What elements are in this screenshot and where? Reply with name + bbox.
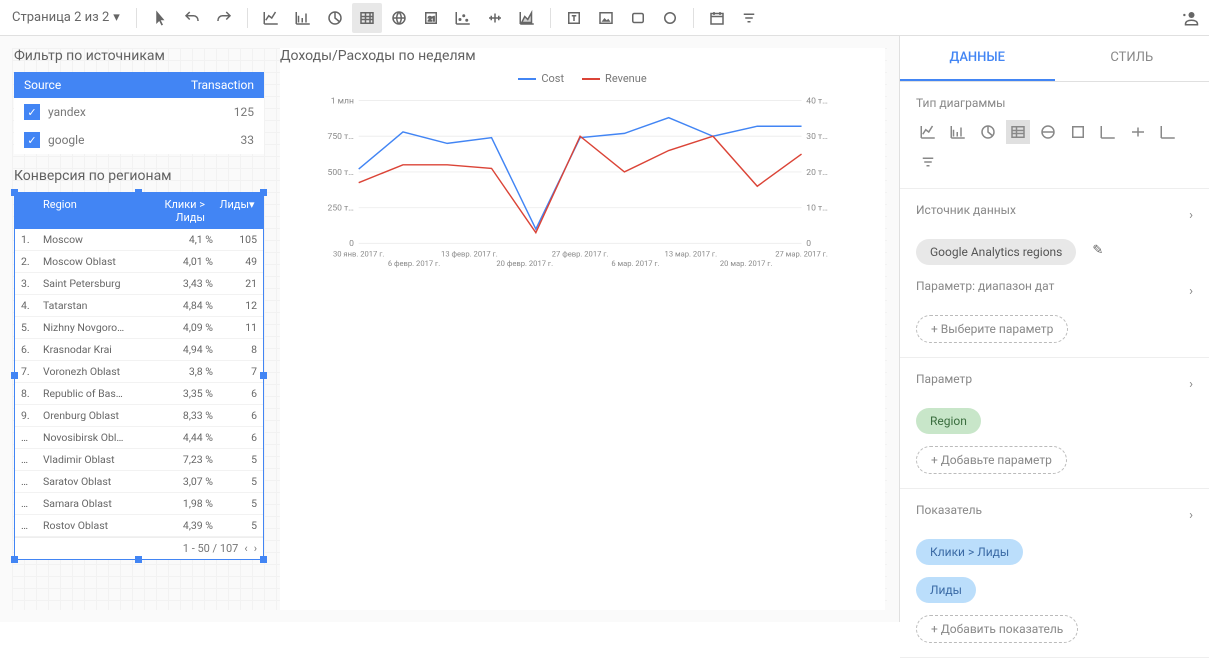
table-row[interactable]: …Samara Oblast1,98 %5: [15, 493, 263, 515]
area-chart-icon[interactable]: [512, 3, 542, 33]
type-scatter-icon[interactable]: [1096, 120, 1120, 144]
regions-widget[interactable]: Конверсия по регионам RegionКлики > Лиды…: [14, 168, 264, 560]
type-filter-icon[interactable]: [916, 150, 940, 174]
filter-icon[interactable]: [734, 3, 764, 33]
svg-text:1 млн: 1 млн: [331, 96, 354, 106]
svg-text:30 янв. 2017 г.: 30 янв. 2017 г.: [333, 250, 384, 259]
line-chart: 1 млн 750 т… 500 т… 250 т… 0 40 т… 30 т… 20 т……: [280, 91, 885, 291]
svg-text:13 февр. 2017 г.: 13 февр. 2017 г.: [441, 250, 498, 259]
chart-legend: Cost Revenue: [280, 72, 885, 85]
type-pie-icon[interactable]: [976, 120, 1000, 144]
filter-row[interactable]: ✓google33: [14, 126, 264, 154]
chart-type-row: [916, 120, 1193, 174]
table-row[interactable]: 6.Krasnodar Krai4,94 %8: [15, 339, 263, 361]
svg-text:20 февр. 2017 г.: 20 февр. 2017 г.: [496, 259, 553, 268]
svg-text:6 мар. 2017 г.: 6 мар. 2017 г.: [611, 259, 659, 268]
circle-icon[interactable]: [655, 3, 685, 33]
chevron-right-icon[interactable]: ›: [1189, 508, 1193, 523]
datasource-chip[interactable]: Google Analytics regions: [916, 239, 1076, 265]
type-line-icon[interactable]: [916, 120, 940, 144]
redo-button[interactable]: [209, 3, 239, 33]
svg-text:750 т…: 750 т…: [328, 132, 355, 142]
svg-text:30 т…: 30 т…: [806, 132, 828, 142]
dimension-chip[interactable]: Region: [916, 408, 981, 434]
table-row[interactable]: 7.Voronezh Oblast3,8 %7: [15, 361, 263, 383]
table-row[interactable]: …Vladimir Oblast7,23 %5: [15, 449, 263, 471]
undo-button[interactable]: [177, 3, 207, 33]
table-row[interactable]: 9.Orenburg Oblast8,33 %6: [15, 405, 263, 427]
pie-chart-icon[interactable]: [320, 3, 350, 33]
svg-text:20 мар. 2017 г.: 20 мар. 2017 г.: [720, 259, 773, 268]
add-daterange-button[interactable]: + Выберите параметр: [916, 315, 1068, 343]
svg-text:10 т…: 10 т…: [806, 204, 828, 214]
line-chart-icon[interactable]: [256, 3, 286, 33]
select-tool[interactable]: [145, 3, 175, 33]
type-area-icon[interactable]: [1156, 120, 1180, 144]
checkbox-icon[interactable]: ✓: [24, 104, 40, 120]
table-row[interactable]: 1.Moscow4,1 %105: [15, 229, 263, 251]
svg-text:0: 0: [806, 239, 811, 249]
add-dimension-button[interactable]: + Добавьте параметр: [916, 446, 1067, 474]
svg-text:40 т…: 40 т…: [806, 96, 828, 106]
svg-text:6 февр. 2017 г.: 6 февр. 2017 г.: [388, 259, 440, 268]
add-user-icon[interactable]: [1175, 3, 1205, 33]
svg-text:13 мар. 2017 г.: 13 мар. 2017 г.: [665, 250, 718, 259]
tab-style[interactable]: СТИЛЬ: [1055, 36, 1209, 81]
canvas[interactable]: Таблица Фильтр по источникам SourceTrans…: [0, 36, 899, 622]
svg-text:27 мар. 2017 г.: 27 мар. 2017 г.: [775, 250, 828, 259]
type-bullet-icon[interactable]: [1126, 120, 1150, 144]
chart-widget[interactable]: Доходы/Расходы по неделям Cost Revenue 1…: [280, 48, 885, 610]
sidebar: ДАННЫЕ СТИЛЬ Тип диаграммы Источник данн…: [899, 36, 1209, 622]
type-table-icon[interactable]: [1006, 120, 1030, 144]
chevron-right-icon[interactable]: ›: [1189, 284, 1193, 299]
tab-data[interactable]: ДАННЫЕ: [900, 36, 1055, 81]
svg-text:27 февр. 2017 г.: 27 февр. 2017 г.: [552, 250, 609, 259]
date-range-icon[interactable]: [702, 3, 732, 33]
svg-text:21: 21: [428, 15, 436, 23]
chevron-right-icon[interactable]: ›: [1189, 208, 1193, 223]
table-row[interactable]: …Rostov Oblast4,39 %5: [15, 515, 263, 537]
svg-text:20 т…: 20 т…: [806, 168, 828, 178]
rect-icon[interactable]: [623, 3, 653, 33]
table-icon[interactable]: [352, 3, 382, 33]
type-geo-icon[interactable]: [1036, 120, 1060, 144]
table-row[interactable]: …Saratov Oblast3,07 %5: [15, 471, 263, 493]
type-scorecard-icon[interactable]: [1066, 120, 1090, 144]
page-selector[interactable]: Страница 2 из 2 ▾: [4, 10, 128, 25]
table-row[interactable]: 4.Tatarstan4,84 %12: [15, 295, 263, 317]
filter-row[interactable]: ✓yandex125: [14, 98, 264, 126]
text-icon[interactable]: [559, 3, 589, 33]
table-row[interactable]: …Novosibirsk Obl…4,44 %6: [15, 427, 263, 449]
regions-title: Конверсия по регионам: [14, 168, 264, 184]
pencil-icon[interactable]: ✎: [1092, 243, 1103, 258]
filter-title: Фильтр по источникам: [14, 48, 264, 64]
bullet-chart-icon[interactable]: [480, 3, 510, 33]
svg-text:250 т…: 250 т…: [328, 204, 355, 214]
add-metric-button[interactable]: + Добавить показатель: [916, 615, 1078, 643]
svg-text:500 т…: 500 т…: [328, 168, 355, 178]
bar-chart-icon[interactable]: [288, 3, 318, 33]
chevron-right-icon[interactable]: ›: [1189, 377, 1193, 392]
svg-text:0: 0: [349, 239, 354, 249]
table-row[interactable]: 8.Republic of Bas…3,35 %6: [15, 383, 263, 405]
image-icon[interactable]: [591, 3, 621, 33]
table-row[interactable]: 3.Saint Petersburg3,43 %21: [15, 273, 263, 295]
scorecard-icon[interactable]: 21: [416, 3, 446, 33]
checkbox-icon[interactable]: ✓: [24, 132, 40, 148]
metric-chip[interactable]: Клики > Лиды: [916, 539, 1023, 565]
type-bar-icon[interactable]: [946, 120, 970, 144]
metric-chip[interactable]: Лиды: [916, 577, 976, 603]
scatter-chart-icon[interactable]: [448, 3, 478, 33]
table-row[interactable]: 5.Nizhny Novgoro…4,09 %11: [15, 317, 263, 339]
table-row[interactable]: 2.Moscow Oblast4,01 %49: [15, 251, 263, 273]
filter-widget[interactable]: Фильтр по источникам SourceTransaction ✓…: [14, 48, 264, 154]
toolbar: Страница 2 из 2 ▾ 21: [0, 0, 1209, 36]
geo-chart-icon[interactable]: [384, 3, 414, 33]
